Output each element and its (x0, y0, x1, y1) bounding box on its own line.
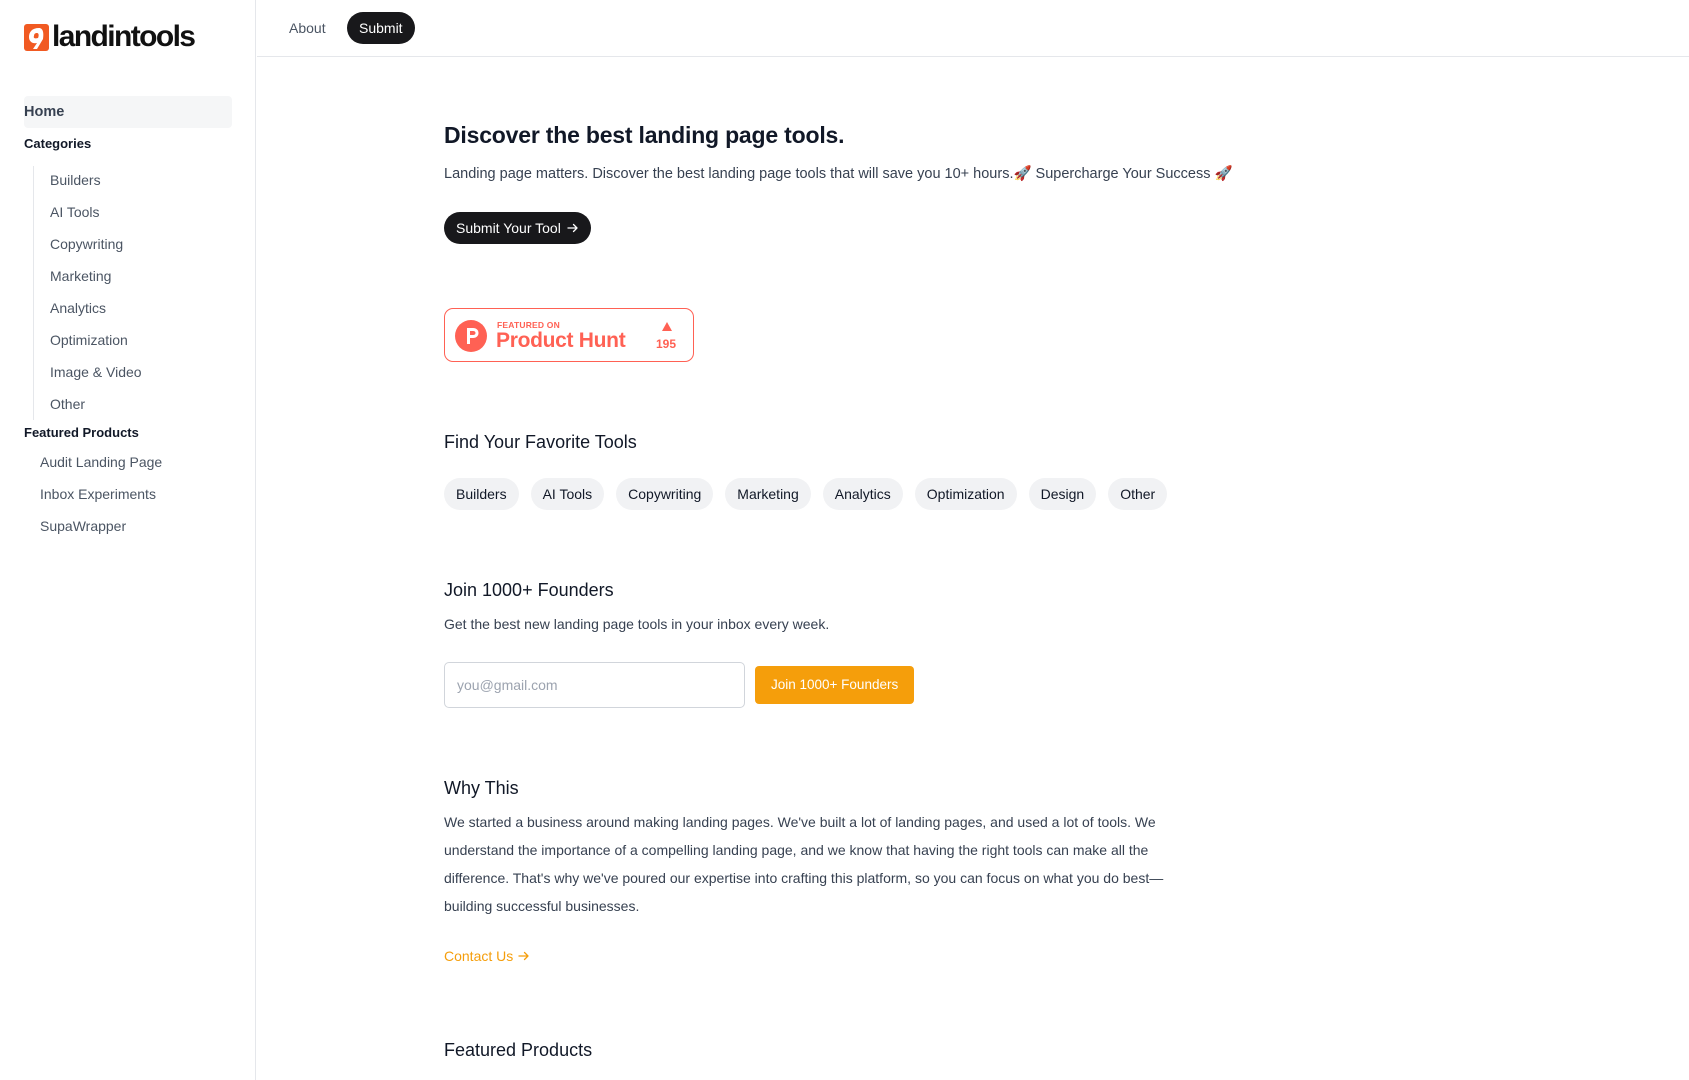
sidebar-item-other[interactable]: Other (34, 390, 233, 422)
hero-subtitle: Landing page matters. Discover the best … (444, 166, 1233, 182)
sidebar-item-ai-tools[interactable]: AI Tools (34, 198, 233, 230)
logo-text: landintools (52, 20, 196, 53)
categories-heading: Categories (24, 136, 92, 151)
logo[interactable]: landintools (24, 20, 196, 53)
chip-builders[interactable]: Builders (444, 478, 519, 510)
submit-button[interactable]: Submit (347, 12, 415, 44)
contact-us-label: Contact Us (444, 948, 514, 964)
sidebar-item-analytics[interactable]: Analytics (34, 294, 233, 326)
top-nav: About Submit (257, 0, 1689, 57)
chip-design[interactable]: Design (1028, 478, 1097, 510)
contact-us-link[interactable]: Contact Us (444, 948, 530, 964)
submit-your-tool-button[interactable]: Submit Your Tool (444, 212, 591, 244)
featured-list: Audit Landing Page Inbox Experiments Sup… (40, 448, 162, 544)
category-chips: Builders AI Tools Copywriting Marketing … (444, 478, 1168, 510)
newsletter-subtitle: Get the best new landing page tools in y… (444, 616, 830, 632)
product-hunt-name: Product Hunt (496, 329, 626, 352)
newsletter-heading: Join 1000+ Founders (444, 580, 614, 600)
chip-analytics[interactable]: Analytics (822, 478, 903, 510)
join-founders-button[interactable]: Join 1000+ Founders (755, 666, 915, 704)
find-tools-heading: Find Your Favorite Tools (444, 432, 637, 452)
chip-copywriting[interactable]: Copywriting (616, 478, 714, 510)
page-title: Discover the best landing page tools. (444, 122, 845, 148)
sidebar-item-audit-landing-page[interactable]: Audit Landing Page (40, 448, 162, 480)
arrow-right-icon (567, 223, 578, 233)
upvote-count: 195 (656, 337, 677, 351)
chip-optimization[interactable]: Optimization (914, 478, 1017, 510)
submit-your-tool-label: Submit Your Tool (456, 220, 561, 236)
sidebar-item-inbox-experiments[interactable]: Inbox Experiments (40, 480, 162, 512)
why-this-body: We started a business around making land… (444, 814, 1164, 914)
featured-products-section-heading: Featured Products (444, 1040, 593, 1060)
sidebar-item-builders[interactable]: Builders (34, 166, 233, 198)
chip-other[interactable]: Other (1108, 478, 1168, 510)
about-link[interactable]: About (288, 12, 327, 44)
sidebar-item-home[interactable]: Home (24, 96, 232, 128)
logo-mark-icon (24, 23, 49, 51)
sidebar-item-copywriting[interactable]: Copywriting (34, 230, 233, 262)
product-hunt-logo-icon (455, 320, 487, 352)
product-hunt-badge[interactable]: FEATURED ON Product Hunt 195 (444, 308, 694, 362)
upvote-arrow-icon (662, 322, 672, 331)
email-field[interactable] (444, 662, 745, 708)
chip-ai-tools[interactable]: AI Tools (530, 478, 605, 510)
sidebar-item-supawrapper[interactable]: SupaWrapper (40, 512, 162, 544)
category-list: Builders AI Tools Copywriting Marketing … (33, 166, 233, 420)
why-this-heading: Why This (444, 778, 519, 798)
sidebar-item-marketing[interactable]: Marketing (34, 262, 233, 294)
sidebar-item-image-video[interactable]: Image & Video (34, 358, 233, 390)
arrow-right-icon (518, 951, 529, 961)
sidebar: landintools Home Categories Builders AI … (0, 0, 256, 1080)
chip-marketing[interactable]: Marketing (725, 478, 811, 510)
sidebar-item-optimization[interactable]: Optimization (34, 326, 233, 358)
featured-products-heading: Featured Products (24, 425, 139, 440)
